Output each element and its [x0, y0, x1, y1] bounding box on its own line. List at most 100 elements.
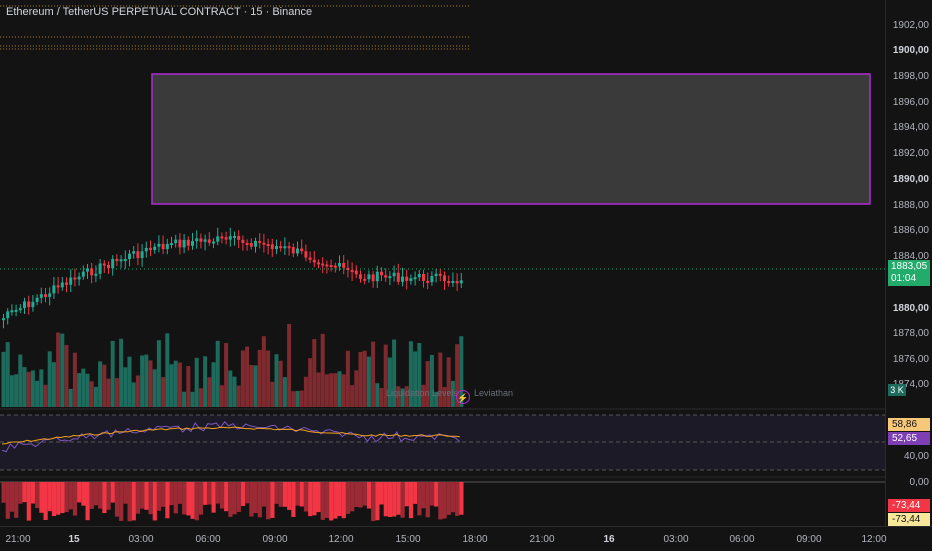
current-price-badge: 1883,05 01:04: [888, 260, 930, 286]
volume-bar: [282, 377, 287, 407]
volume-bar: [236, 385, 241, 407]
volume-bar: [270, 381, 275, 407]
histogram-bar: [291, 482, 296, 517]
histogram-bar: [358, 482, 363, 508]
histogram-bar: [30, 482, 36, 504]
volume-bar: [425, 361, 430, 407]
histogram-bar: [47, 482, 52, 512]
histogram-bar: [127, 482, 132, 522]
candle-body: [186, 239, 190, 246]
time-label: 06:00: [195, 534, 221, 545]
candle-body: [430, 275, 434, 283]
candle-body: [371, 274, 375, 282]
histogram-bar: [362, 482, 367, 506]
candle-body: [27, 301, 31, 308]
candle-body: [233, 235, 236, 238]
candle-body: [312, 259, 316, 263]
liquidation-label: Liquidation Levels: [386, 388, 459, 398]
candle-body: [262, 242, 266, 245]
candle-body: [90, 268, 94, 276]
histogram-bar: [219, 482, 225, 509]
candle-body: [329, 264, 333, 267]
price-tick: 1894,00: [892, 122, 929, 133]
candle-body: [10, 310, 14, 313]
candle-body: [207, 239, 211, 243]
histogram-bar: [333, 482, 338, 519]
candle-body: [317, 262, 320, 265]
candle-body: [98, 263, 102, 274]
volume-bar: [131, 382, 136, 407]
candle-body: [119, 259, 123, 262]
histogram-bar: [379, 482, 384, 505]
price-tick: 1902,00: [892, 20, 929, 31]
candle-body: [338, 262, 341, 267]
volume-bar: [51, 362, 56, 407]
volume-bar: [312, 339, 317, 407]
candle-body: [199, 238, 203, 242]
candle-body: [195, 238, 199, 242]
histogram-bar: [345, 482, 351, 514]
volume-bar: [110, 340, 115, 407]
price-tick: 1896,00: [892, 97, 929, 108]
histogram-bar: [295, 482, 300, 506]
price-tick: 1890,00: [892, 174, 929, 185]
brand-label: Leviathan: [474, 388, 514, 398]
price-tick: 1886,00: [892, 225, 929, 236]
volume-badge: 3 K: [888, 384, 906, 396]
candle-body: [346, 267, 350, 271]
volume-bar: [30, 370, 35, 407]
time-label: 09:00: [262, 534, 288, 545]
histogram-bar: [194, 482, 199, 521]
histogram-bar: [308, 482, 313, 517]
zone-box: [151, 73, 871, 205]
histogram-bar: [396, 482, 401, 515]
volume-bar: [68, 388, 73, 407]
price-tick: 1880,00: [892, 303, 929, 314]
volume-bar: [114, 378, 119, 407]
volume-bar: [274, 354, 279, 407]
histogram-bar: [366, 482, 372, 509]
histogram-bar: [211, 482, 216, 513]
candle-body: [123, 259, 127, 262]
histogram-bar: [35, 482, 40, 509]
candle-body: [401, 276, 404, 282]
time-label: 15:00: [395, 534, 421, 545]
histogram-bar: [161, 482, 166, 507]
histogram-bar: [425, 482, 430, 518]
histogram-bar: [77, 482, 82, 503]
volume-bar: [387, 357, 392, 407]
histogram-bar: [156, 482, 162, 511]
candle-body: [31, 301, 35, 308]
main-chart[interactable]: [0, 0, 885, 526]
candle-body: [342, 262, 346, 268]
time-axis[interactable]: 21:00 15 03:00 06:00 09:00 12:00 15:00 1…: [0, 526, 932, 551]
volume-bar: [446, 357, 451, 407]
volume-bar: [43, 384, 48, 407]
candle-body: [325, 264, 329, 267]
histogram-bar: [18, 482, 23, 504]
volume-bar: [224, 342, 229, 407]
histogram-bar: [249, 482, 254, 517]
candle-body: [451, 281, 455, 284]
candle-body: [2, 318, 5, 321]
volume-bar: [287, 323, 292, 407]
candle-body: [266, 243, 270, 246]
candle-body: [434, 273, 438, 276]
histogram-bar: [245, 482, 250, 504]
time-label: 15: [68, 534, 80, 545]
histogram-bar: [354, 482, 359, 508]
histogram-bar: [14, 482, 19, 518]
histogram-bar: [404, 482, 409, 507]
candle-body: [128, 253, 131, 260]
candle-body: [39, 294, 43, 298]
price-tick: 1892,00: [892, 148, 929, 159]
volume-bar: [77, 373, 82, 407]
volume-bar: [18, 354, 23, 407]
time-label: 12:00: [328, 534, 354, 545]
lower-tick: 0,00: [909, 477, 929, 488]
histogram-bar: [169, 482, 174, 506]
candle-body: [94, 273, 98, 276]
candle-body: [56, 285, 60, 288]
price-tick: 1888,00: [892, 200, 929, 211]
histogram-bar: [198, 482, 204, 515]
